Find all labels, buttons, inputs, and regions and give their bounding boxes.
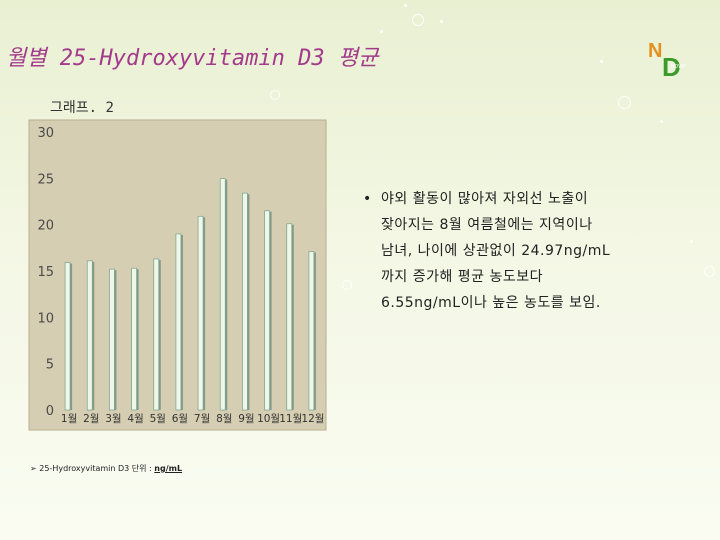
x-tick-label: 8월 xyxy=(216,413,232,425)
y-tick-label: 5 xyxy=(46,358,54,373)
dot-decoration xyxy=(404,4,407,7)
x-tick-label: 3월 xyxy=(105,413,121,425)
x-tick-label: 11월 xyxy=(279,413,302,425)
bar xyxy=(175,233,182,411)
x-tick-label: 6월 xyxy=(172,413,188,425)
bar xyxy=(109,268,115,411)
x-tick-label: 5월 xyxy=(150,413,166,425)
bar xyxy=(286,223,293,411)
x-tick-label: 10월 xyxy=(257,413,280,425)
y-tick-label: 15 xyxy=(37,265,54,280)
unit-footnote: ➢ 25-Hydroxyvitamin D3 단위 : ng/mL xyxy=(30,463,182,474)
brand-logo: N D NDWP xyxy=(640,40,690,82)
bubble-decoration xyxy=(704,266,715,277)
bar xyxy=(197,215,204,411)
monthly-bar-chart: 0 5 10 15 20 25 30 1월 2월 3월 4월 5월 6월 7월 8월 9월 10월 11월 12월 xyxy=(28,119,327,431)
bar xyxy=(131,267,137,411)
x-tick-label: 12월 xyxy=(301,413,324,425)
x-tick-label: 9월 xyxy=(238,413,254,425)
bar xyxy=(308,251,315,411)
dot-decoration xyxy=(660,120,663,123)
x-tick-label: 1월 xyxy=(61,413,77,425)
bar xyxy=(264,210,270,411)
y-tick-label: 20 xyxy=(37,219,54,234)
logo-letter-n: N xyxy=(648,40,663,62)
description-text: 야외 활동이 많아져 자외선 노출이 잦아지는 8월 여름철에는 지역이나 남녀… xyxy=(381,191,611,311)
bubble-decoration xyxy=(412,14,424,26)
bar xyxy=(219,178,226,411)
bullet-icon: • xyxy=(363,191,372,207)
y-tick-label: 0 xyxy=(46,404,54,419)
logo-small-text: NDWP xyxy=(671,64,687,70)
description-block: • 야외 활동이 많아져 자외선 노출이 잦아지는 8월 여름철에는 지역이나 … xyxy=(363,186,698,316)
bar xyxy=(242,192,248,411)
dot-decoration xyxy=(600,60,603,63)
bar xyxy=(64,262,71,411)
bubble-decoration xyxy=(270,90,280,100)
x-tick-label: 2월 xyxy=(83,413,99,425)
bubble-decoration xyxy=(618,96,631,109)
dot-decoration xyxy=(440,20,443,23)
x-tick-label: 7월 xyxy=(194,413,210,425)
x-tick-label: 4월 xyxy=(127,413,143,425)
bar xyxy=(153,258,160,411)
bubble-decoration xyxy=(342,280,352,290)
page-title: 월별 25-Hydroxyvitamin D3 평균 xyxy=(6,46,379,71)
y-tick-label: 10 xyxy=(37,311,54,326)
chart-caption: 그래프. 2 xyxy=(50,100,114,116)
y-tick-label: 25 xyxy=(37,172,54,187)
dot-decoration xyxy=(380,30,383,33)
footnote-unit: ng/mL xyxy=(154,464,183,473)
y-tick-label: 30 xyxy=(37,126,54,141)
bar xyxy=(86,260,93,411)
footnote-label: ➢ 25-Hydroxyvitamin D3 단위 : xyxy=(30,464,155,473)
